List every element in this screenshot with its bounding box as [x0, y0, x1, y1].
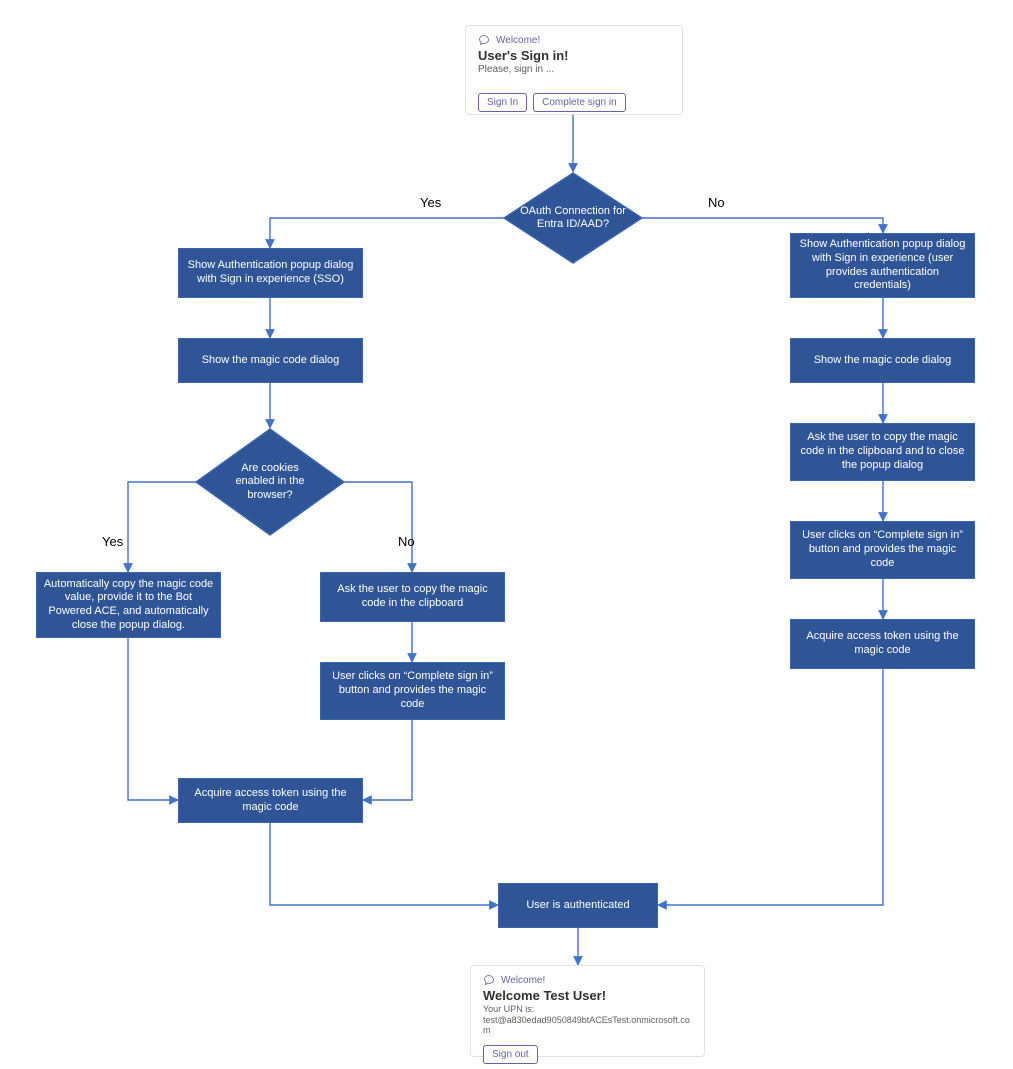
- box-right-complete-click: User clicks on “Complete sign in” button…: [790, 521, 975, 579]
- box-left-magic: Show the magic code dialog: [178, 338, 363, 383]
- box-left-complete-click: User clicks on “Complete sign in” button…: [320, 662, 505, 720]
- box-left-acquire-token: Acquire access token using the magic cod…: [178, 778, 363, 823]
- decision-oauth: OAuth Connection for Entra ID/AAD?: [520, 195, 626, 241]
- box-right-ask-copy: Ask the user to copy the magic code in t…: [790, 423, 975, 481]
- complete-signin-button[interactable]: Complete sign in: [533, 93, 625, 112]
- box-left-sso: Show Authentication popup dialog with Si…: [178, 248, 363, 298]
- card2-upn-label: Your UPN is:: [483, 1004, 692, 1014]
- card2-welcome-text: Welcome!: [501, 975, 545, 986]
- chat-icon: [478, 34, 490, 46]
- label-oauth-yes: Yes: [420, 195, 441, 210]
- box-left-ask-copy: Ask the user to copy the magic code in t…: [320, 572, 505, 622]
- decision-cookies: Are cookies enabled in the browser?: [222, 458, 318, 506]
- card2-title: Welcome Test User!: [483, 988, 692, 1003]
- label-cookies-no: No: [398, 534, 415, 549]
- label-oauth-no: No: [708, 195, 725, 210]
- signin-card: Welcome! User's Sign in! Please, sign in…: [465, 25, 683, 115]
- box-right-acquire-token: Acquire access token using the magic cod…: [790, 619, 975, 669]
- box-right-popup: Show Authentication popup dialog with Si…: [790, 233, 975, 298]
- card2-upn-value: test@a830edad9050849btACEsTest.onmicroso…: [483, 1015, 692, 1035]
- card-welcome-text: Welcome!: [496, 35, 540, 46]
- card-subtitle: Please, sign in ...: [478, 64, 670, 75]
- label-cookies-yes: Yes: [102, 534, 123, 549]
- welcome-card: Welcome! Welcome Test User! Your UPN is:…: [470, 965, 705, 1057]
- chat-icon: [483, 974, 495, 986]
- card2-welcome-line: Welcome!: [483, 974, 692, 986]
- signout-button[interactable]: Sign out: [483, 1045, 538, 1064]
- card-welcome-line: Welcome!: [478, 34, 670, 46]
- box-left-auto-copy: Automatically copy the magic code value,…: [36, 572, 221, 638]
- box-authenticated: User is authenticated: [498, 883, 658, 928]
- signin-button[interactable]: Sign In: [478, 93, 527, 112]
- card-title: User's Sign in!: [478, 48, 670, 63]
- flowchart-canvas: Welcome! User's Sign in! Please, sign in…: [0, 0, 1013, 1069]
- box-right-magic: Show the magic code dialog: [790, 338, 975, 383]
